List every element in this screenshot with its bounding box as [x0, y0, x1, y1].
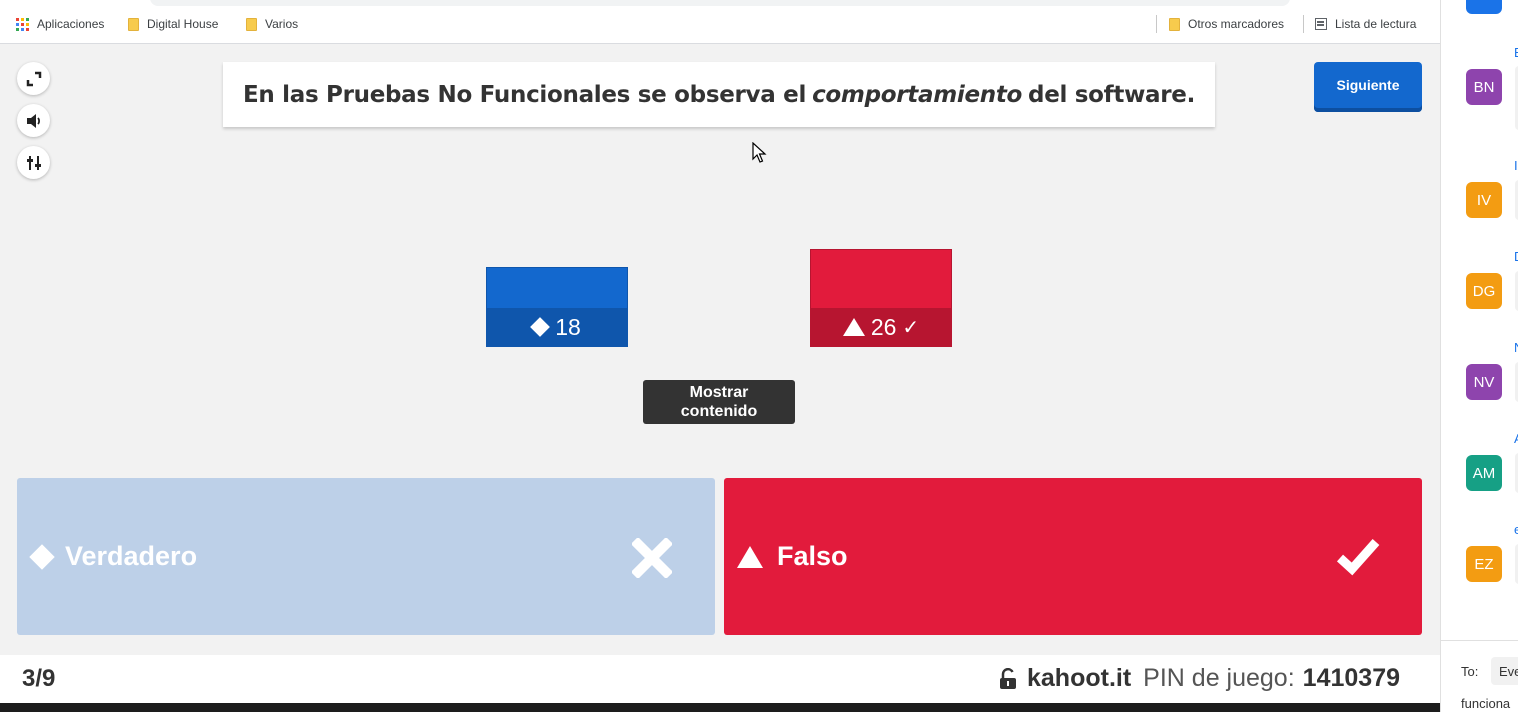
bookmarks-bar: Aplicaciones Digital House Varios Otros … — [0, 0, 1440, 44]
question-banner: En las Pruebas No Funcionales se observa… — [223, 62, 1215, 127]
message-input[interactable]: funciona — [1461, 696, 1510, 711]
bookmark-varios[interactable]: Varios — [246, 17, 298, 31]
checkmark-icon — [1336, 539, 1380, 576]
apps-grid-icon — [16, 17, 29, 31]
site-name: kahoot.it — [1027, 664, 1132, 692]
triangle-icon — [842, 318, 865, 336]
answer-falso: Falso — [724, 478, 1422, 635]
sender-name: E — [1514, 45, 1518, 60]
answer-verdadero: Verdadero — [17, 478, 715, 635]
bookmark-label: Otros marcadores — [1188, 17, 1285, 31]
question-text-start: En las Pruebas No Funcionales se observa… — [242, 81, 807, 108]
diamond-icon — [29, 543, 55, 570]
correct-check-icon: ✓ — [902, 316, 920, 339]
result-bar-base: 18 — [487, 308, 627, 346]
show-content-button[interactable]: Mostrar contenido — [643, 380, 795, 424]
game-footer: 3/9 kahoot.it PIN de juego: 1410379 — [0, 655, 1440, 703]
fullscreen-button[interactable] — [17, 62, 50, 95]
question-counter: 3/9 — [22, 665, 56, 692]
sliders-icon — [26, 155, 41, 170]
kahoot-game: En las Pruebas No Funcionales se observa… — [0, 45, 1440, 655]
bookmark-label: Varios — [265, 17, 299, 31]
avatar: NV — [1466, 364, 1502, 400]
settings-button[interactable] — [17, 146, 50, 179]
pin-label: PIN de juego: — [1143, 664, 1295, 692]
result-count: 26 — [870, 313, 897, 340]
sender-name: I — [1514, 158, 1518, 173]
chat-panel: E BN I IV D DG N NV A AM e EZ To: Eve fu… — [1440, 0, 1518, 712]
answer-label: Falso — [777, 541, 848, 571]
sender-name: A — [1514, 431, 1518, 446]
avatar: IV — [1466, 182, 1502, 218]
game-pin-info: kahoot.it PIN de juego: 1410379 — [999, 664, 1400, 693]
question-emphasis: comportamiento — [812, 81, 1023, 108]
folder-icon — [246, 17, 257, 31]
avatar: AM — [1466, 455, 1502, 491]
sender-name: N — [1514, 340, 1518, 355]
pin-value: 1410379 — [1302, 664, 1400, 692]
reading-list-label: Lista de lectura — [1335, 17, 1417, 31]
diamond-icon — [530, 317, 551, 337]
to-label: To: — [1461, 664, 1479, 679]
unlock-icon[interactable] — [999, 667, 1017, 690]
result-bar-triangle: 26 ✓ — [810, 249, 952, 347]
folder-icon — [1169, 17, 1180, 31]
cross-icon — [632, 538, 672, 578]
bookmark-apps[interactable]: Aplicaciones — [16, 17, 104, 31]
address-bar[interactable] — [150, 0, 1290, 6]
taskbar-strip — [0, 703, 1440, 712]
folder-icon — [128, 17, 139, 31]
answer-label: Verdadero — [65, 541, 198, 571]
bookmarks-divider — [1156, 15, 1157, 33]
bookmark-digital-house[interactable]: Digital House — [128, 17, 218, 31]
next-button[interactable]: Siguiente — [1314, 62, 1422, 112]
reading-list[interactable]: Lista de lectura — [1315, 17, 1416, 31]
result-bar-base: 26 ✓ — [811, 308, 951, 346]
compose-divider — [1441, 640, 1518, 641]
question-text-end: del software. — [1028, 81, 1196, 108]
sender-name: e — [1514, 522, 1518, 537]
bookmark-label: Digital House — [147, 17, 219, 31]
bookmarks-divider — [1303, 15, 1304, 33]
triangle-icon — [737, 545, 763, 568]
bookmark-other[interactable]: Otros marcadores — [1169, 17, 1284, 31]
fullscreen-icon — [26, 71, 41, 86]
speaker-icon — [26, 113, 40, 128]
recipient-dropdown[interactable]: Eve — [1491, 657, 1518, 685]
sender-name: D — [1514, 249, 1518, 264]
result-count: 18 — [555, 313, 581, 340]
bookmark-apps-label: Aplicaciones — [37, 17, 105, 31]
reading-list-icon — [1315, 18, 1327, 30]
avatar — [1466, 0, 1502, 14]
mouse-cursor-icon — [752, 142, 767, 163]
avatar: BN — [1466, 69, 1502, 105]
sound-button[interactable] — [17, 104, 50, 137]
avatar: DG — [1466, 273, 1502, 309]
result-bar-diamond: 18 — [486, 267, 628, 347]
avatar: EZ — [1466, 546, 1502, 582]
